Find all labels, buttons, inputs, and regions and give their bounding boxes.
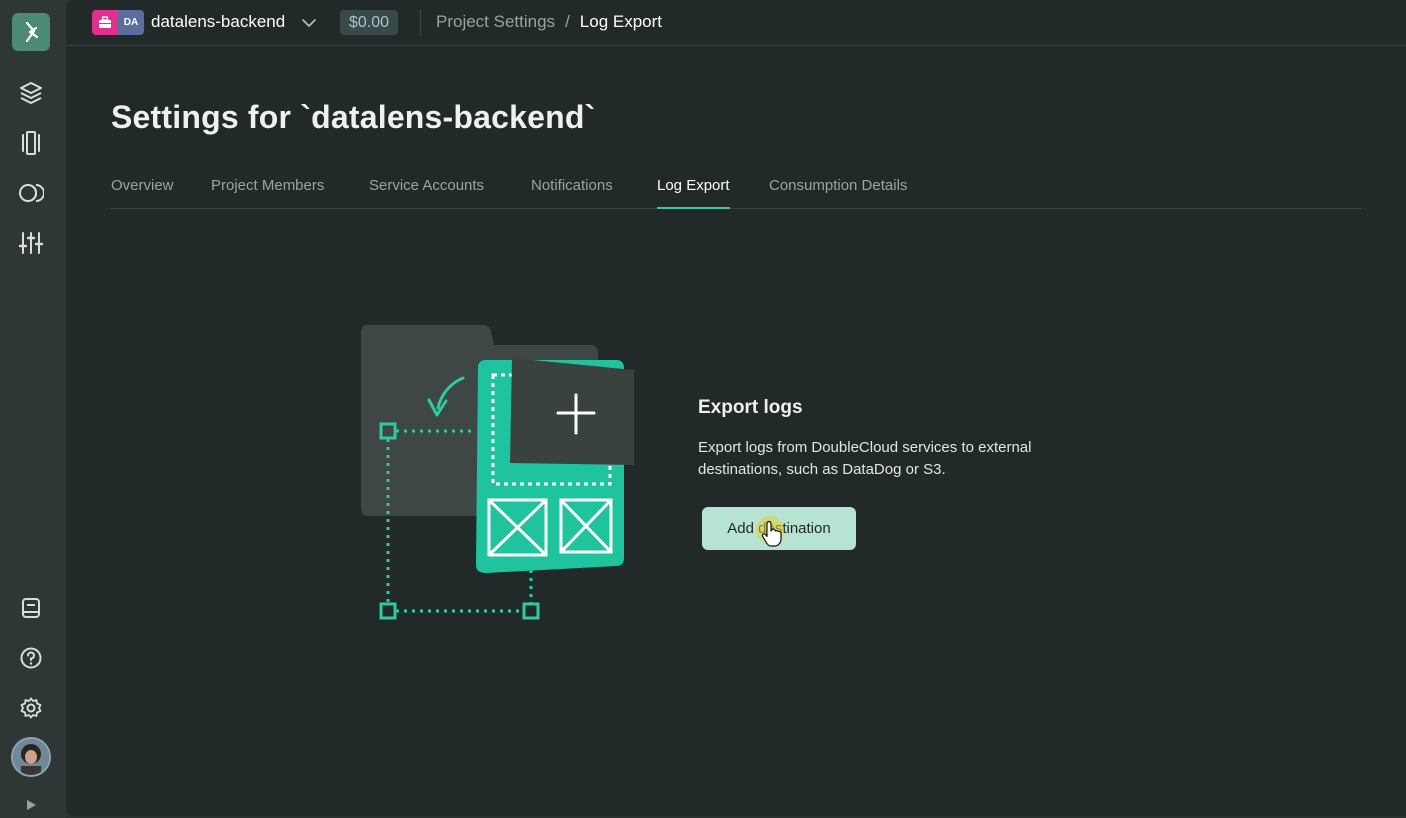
settings-icon[interactable] — [18, 695, 44, 721]
main-panel: DA datalens-backend $0.00 Project Settin… — [66, 0, 1406, 816]
avatar[interactable] — [11, 737, 51, 777]
help-icon[interactable] — [18, 645, 44, 671]
project-switcher-icons[interactable]: DA — [92, 10, 144, 35]
briefcase-icon — [92, 10, 118, 35]
breadcrumb-separator: / — [565, 12, 570, 31]
top-bar: DA datalens-backend $0.00 Project Settin… — [66, 0, 1406, 46]
expand-sidebar-icon[interactable] — [24, 798, 38, 812]
page-title: Settings for `datalens-backend` — [111, 99, 596, 135]
breadcrumb-current: Log Export — [579, 12, 663, 31]
layers-icon[interactable] — [18, 80, 44, 106]
tab-notifications[interactable]: Notifications — [531, 177, 613, 209]
tab-overview[interactable]: Overview — [111, 177, 174, 209]
tab-service-accounts[interactable]: Service Accounts — [369, 177, 484, 209]
balance-badge[interactable]: $0.00 — [340, 10, 399, 35]
transfer-icon[interactable] — [18, 180, 44, 206]
cluster-icon[interactable] — [18, 130, 44, 156]
settings-tabs: Overview Project Members Service Account… — [111, 173, 1361, 209]
tab-consumption-details[interactable]: Consumption Details — [769, 177, 907, 209]
project-badge: DA — [118, 10, 144, 35]
logo-icon[interactable] — [12, 13, 50, 51]
divider — [420, 9, 421, 36]
breadcrumb: Project Settings / Log Export — [436, 12, 662, 32]
empty-state-title: Export logs — [698, 397, 803, 418]
sidebar — [0, 0, 66, 818]
log-export-illustration — [358, 320, 648, 625]
chevron-down-icon[interactable] — [300, 14, 318, 32]
sliders-icon[interactable] — [18, 230, 44, 256]
docs-icon[interactable] — [18, 595, 44, 621]
project-name[interactable]: datalens-backend — [151, 12, 285, 32]
add-destination-button[interactable]: Add destination — [702, 507, 856, 550]
breadcrumb-project-settings[interactable]: Project Settings — [436, 12, 555, 32]
tab-log-export[interactable]: Log Export — [657, 177, 730, 209]
empty-state-description: Export logs from DoubleCloud services to… — [698, 439, 1032, 478]
tab-project-members[interactable]: Project Members — [211, 177, 324, 209]
